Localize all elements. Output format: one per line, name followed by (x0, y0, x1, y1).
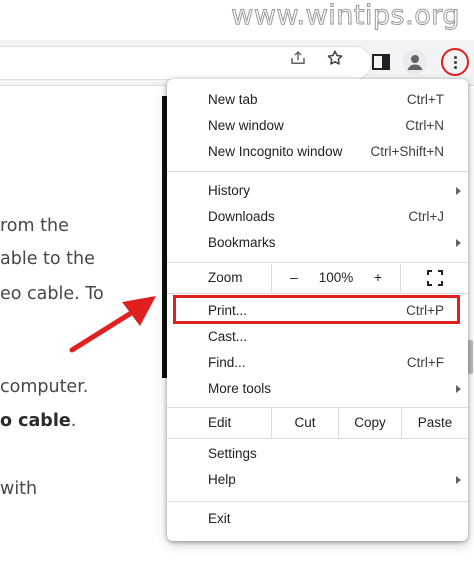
menu-item-label: New Incognito window (208, 144, 343, 159)
menu-item-new-window[interactable]: New window Ctrl+N (167, 113, 468, 139)
menu-item-cast[interactable]: Cast... (167, 324, 468, 350)
share-icon[interactable] (289, 49, 307, 67)
fullscreen-icon (426, 270, 443, 286)
arrow-annotation (69, 296, 156, 353)
menu-item-help[interactable]: Help (167, 467, 468, 493)
menu-item-settings[interactable]: Settings (167, 441, 468, 467)
menu-separator (167, 293, 468, 294)
page-line-1: rom the (0, 216, 69, 236)
menu-separator (167, 171, 468, 172)
page-line-5-tail: . (70, 411, 77, 431)
print-highlight-box (173, 295, 460, 324)
copy-label: Copy (354, 415, 386, 430)
page-line-5-bold: o cable (0, 411, 71, 431)
cut-label: Cut (294, 415, 316, 430)
menu-item-label: New tab (208, 92, 258, 107)
zoom-level: 100% (316, 264, 356, 292)
menu-item-find[interactable]: Find... Ctrl+F (167, 350, 468, 376)
menu-item-label: Bookmarks (208, 235, 276, 250)
menu-item-shortcut: Ctrl+N (405, 118, 444, 133)
menu-item-shortcut: Ctrl+F (406, 355, 444, 370)
watermark: www.wintips.org (231, 0, 460, 32)
menu-separator (167, 438, 468, 439)
chrome-main-menu: New tab Ctrl+T New window Ctrl+N New Inc… (167, 79, 468, 541)
edit-label: Edit (208, 415, 232, 430)
menu-item-exit[interactable]: Exit (167, 506, 468, 532)
paste-label: Paste (417, 415, 453, 430)
paste-button[interactable]: Paste (401, 408, 468, 438)
menu-item-label: Exit (208, 511, 231, 526)
menu-item-label: Help (208, 472, 236, 487)
menu-item-new-tab[interactable]: New tab Ctrl+T (167, 87, 468, 113)
submenu-arrow-icon (456, 385, 461, 393)
menu-item-label: History (208, 183, 251, 198)
menu-item-new-incognito-window[interactable]: New Incognito window Ctrl+Shift+N (167, 139, 468, 165)
menu-dot (454, 66, 457, 69)
menu-item-shortcut: Ctrl+T (406, 92, 444, 107)
tab-strip: www.wintips.org (0, 0, 474, 40)
profile-icon[interactable] (403, 50, 427, 74)
zoom-out-button[interactable]: – (271, 264, 316, 292)
star-icon[interactable] (326, 49, 344, 67)
page-line-5: o cable. (0, 411, 76, 431)
submenu-arrow-icon (456, 187, 461, 195)
edit-row: Edit Cut Copy Paste (167, 408, 468, 438)
side-panel-icon[interactable] (369, 50, 393, 74)
page-line-4: computer. (0, 377, 89, 397)
cut-button[interactable]: Cut (271, 408, 338, 438)
menu-item-label: Cast... (208, 329, 248, 344)
menu-separator (167, 262, 468, 263)
submenu-arrow-icon (456, 476, 461, 484)
fullscreen-button[interactable] (400, 264, 468, 292)
copy-button[interactable]: Copy (338, 408, 401, 438)
menu-item-shortcut: Ctrl+J (408, 209, 444, 224)
menu-item-label: Downloads (208, 209, 275, 224)
menu-item-label: Settings (208, 446, 257, 461)
menu-item-more-tools[interactable]: More tools (167, 376, 468, 402)
menu-item-bookmarks[interactable]: Bookmarks (167, 230, 468, 256)
menu-item-history[interactable]: History (167, 178, 468, 204)
menu-item-label: New window (208, 118, 284, 133)
menu-dot (454, 56, 457, 59)
menu-separator (167, 501, 468, 502)
zoom-value: 100% (318, 270, 354, 285)
page-line-2: able to the (0, 249, 95, 269)
page-line-6: with (0, 479, 38, 499)
zoom-row: Zoom – 100% + (167, 264, 468, 292)
submenu-arrow-icon (456, 239, 461, 247)
menu-item-downloads[interactable]: Downloads Ctrl+J (167, 204, 468, 230)
menu-item-label: Find... (208, 355, 246, 370)
scrollbar-thumb[interactable] (468, 340, 473, 374)
zoom-in-button[interactable]: + (356, 264, 400, 292)
zoom-in-label: + (374, 270, 382, 285)
menu-item-shortcut: Ctrl+Shift+N (370, 144, 444, 159)
menu-item-label: More tools (208, 381, 272, 396)
kebab-menu-icon[interactable] (441, 48, 469, 76)
zoom-out-label: – (290, 270, 298, 285)
menu-dot (454, 61, 457, 64)
zoom-label: Zoom (208, 270, 243, 285)
address-bar[interactable] (0, 46, 372, 80)
